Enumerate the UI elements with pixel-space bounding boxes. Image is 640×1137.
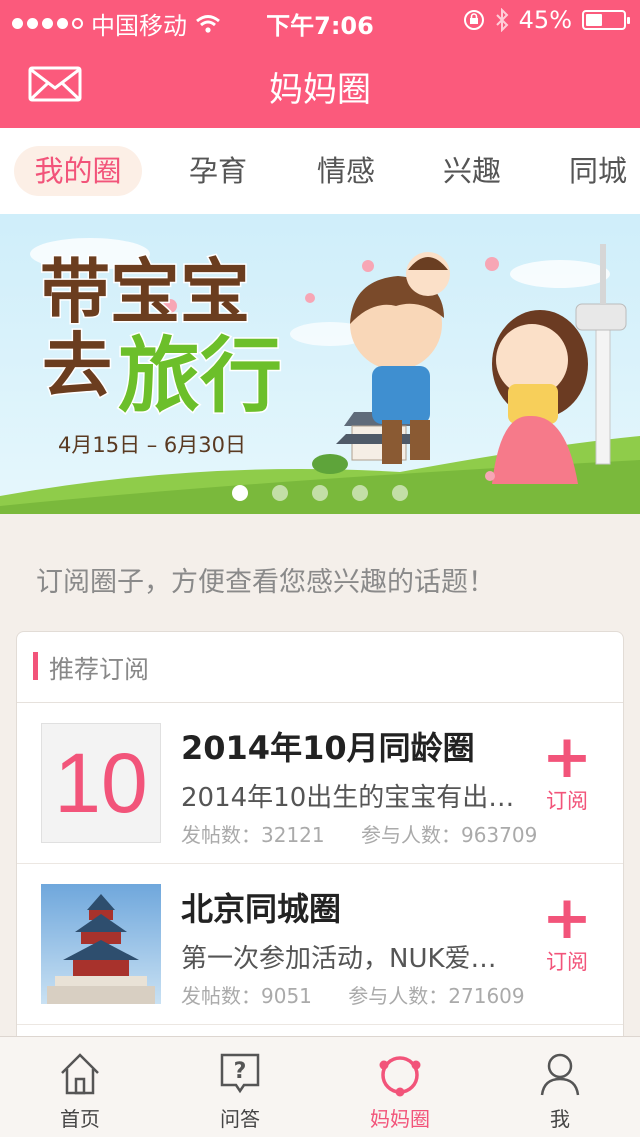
battery-percent: 45%: [518, 6, 572, 34]
tab-me-label: 我: [550, 1107, 570, 1131]
member-count: 参与人数：963709: [360, 823, 538, 847]
tab-mama-circle-label: 妈妈圈: [370, 1107, 430, 1131]
pager-dot[interactable]: [352, 485, 368, 501]
subscribe-button[interactable]: + 订阅: [539, 883, 595, 976]
pager-dot[interactable]: [312, 485, 328, 501]
pager-dot[interactable]: [272, 485, 288, 501]
tab-home[interactable]: 首页: [0, 1037, 160, 1137]
pager-dot[interactable]: [392, 485, 408, 501]
circle-thumbnail: 10: [41, 723, 161, 843]
status-bar: 中国移动 下午7:06 45%: [0, 0, 640, 40]
circle-title: 2014年10月同龄圈: [181, 729, 475, 767]
subscribe-button[interactable]: + 订阅: [539, 722, 595, 815]
circle-stats: 发帖数：9051 参与人数：271609: [181, 980, 555, 1009]
recommend-header: 推荐订阅: [17, 632, 623, 703]
post-count: 发帖数：32121: [181, 823, 325, 847]
tab-same-city[interactable]: 同城: [552, 146, 640, 196]
tab-interests[interactable]: 兴趣: [424, 146, 520, 196]
circle-icon: [379, 1056, 421, 1097]
question-icon: ?: [220, 1053, 260, 1094]
tab-pregnancy[interactable]: 孕育: [170, 146, 266, 196]
tab-mama-circle[interactable]: 妈妈圈: [320, 1037, 480, 1137]
subscribe-label: 订阅: [546, 789, 588, 813]
circle-stats: 发帖数：32121 参与人数：963709: [181, 819, 567, 848]
circle-description: 第一次参加活动，NUK爱…: [181, 944, 497, 974]
orientation-lock-icon: [463, 10, 484, 30]
plus-icon: +: [541, 722, 593, 792]
recommend-title: 推荐订阅: [49, 655, 150, 684]
tab-emotion[interactable]: 情感: [298, 146, 394, 196]
nav-bar: 妈妈圈: [0, 40, 640, 128]
circle-description: 2014年10出生的宝宝有出…: [181, 783, 515, 813]
banner-line2a: 去: [42, 325, 112, 407]
list-item[interactable]: 北京同城圈 第一次参加活动，NUK爱… 发帖数：9051 参与人数：271609…: [17, 864, 623, 1025]
circle-thumbnail: [41, 884, 161, 1004]
bluetooth-icon: [495, 8, 509, 32]
promo-banner[interactable]: 带宝宝 去 旅行 4月15日 – 6月30日: [0, 214, 640, 514]
post-count: 发帖数：9051: [181, 984, 312, 1008]
tab-my-circles[interactable]: 我的圈: [14, 146, 142, 196]
tab-home-label: 首页: [60, 1107, 100, 1131]
banner-line1: 带宝宝: [40, 251, 250, 333]
temple-of-heaven-image: [41, 884, 161, 1004]
banner-pager[interactable]: [232, 485, 408, 501]
tab-me[interactable]: 我: [480, 1037, 640, 1137]
page-title: 妈妈圈: [269, 70, 371, 110]
status-right: 45%: [463, 6, 630, 34]
member-count: 参与人数：271609: [348, 984, 525, 1008]
home-icon: [61, 1053, 99, 1095]
subscribe-label: 订阅: [546, 950, 588, 974]
plus-icon: +: [541, 883, 593, 953]
category-tabs: 我的圈 孕育 情感 兴趣 同城: [0, 128, 640, 214]
bottom-tab-bar: 首页 ? 问答 妈妈圈 我: [0, 1036, 640, 1137]
list-item[interactable]: 10 2014年10月同龄圈 2014年10出生的宝宝有出… 发帖数：32121…: [17, 703, 623, 864]
recommend-card: 推荐订阅 10 2014年10月同龄圈 2014年10出生的宝宝有出… 发帖数：…: [16, 631, 624, 1051]
banner-date: 4月15日 – 6月30日: [58, 433, 246, 457]
subscribe-hint: 订阅圈子，方便查看您感兴趣的话题！: [36, 567, 495, 598]
banner-illustration: 带宝宝 去 旅行 4月15日 – 6月30日: [0, 214, 640, 514]
circle-title: 北京同城圈: [181, 890, 342, 928]
user-icon: [540, 1053, 580, 1096]
svg-text:?: ?: [234, 1059, 247, 1084]
pager-dot[interactable]: [232, 485, 248, 501]
tab-qa[interactable]: ? 问答: [160, 1037, 320, 1137]
banner-line2b: 旅行: [118, 329, 282, 424]
header-accent-bar: [33, 652, 38, 680]
tab-qa-label: 问答: [220, 1107, 260, 1131]
battery-icon: [582, 10, 630, 30]
